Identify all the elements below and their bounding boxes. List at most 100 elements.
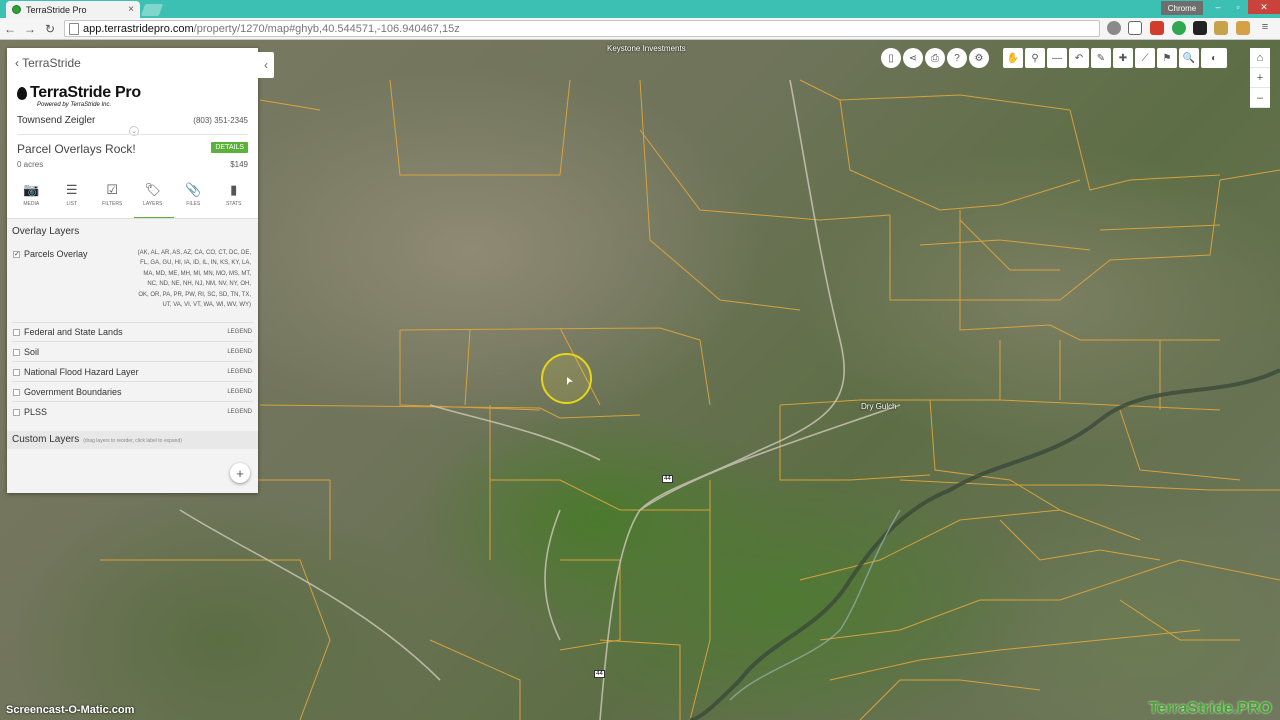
favicon-icon <box>12 5 21 14</box>
watermark-left: Screencast-O-Matic.com <box>6 704 135 716</box>
extension-icon[interactable] <box>1193 21 1207 35</box>
paperclip-icon: 📎 <box>185 182 202 197</box>
extension-icon[interactable] <box>1236 21 1250 35</box>
tab-list[interactable]: ☰ LIST <box>53 182 91 216</box>
basemap-icon[interactable]: ◐ <box>1201 48 1227 68</box>
phone-icon[interactable]: ▯ <box>881 48 901 68</box>
layer-federal-lands[interactable]: Federal and State Lands LEGEND <box>13 327 252 337</box>
pan-icon[interactable]: ✋ <box>1003 48 1023 68</box>
print-icon[interactable]: ⎙ <box>925 48 945 68</box>
parcels-states: (AK, AL, AR, AS, AZ, CA, CO, CT, DC, DE,… <box>137 250 251 309</box>
extension-icon[interactable] <box>1214 21 1228 35</box>
legend-link[interactable]: LEGEND <box>227 369 252 375</box>
property-title[interactable]: Parcel Overlays Rock! <box>17 142 136 156</box>
forward-icon[interactable]: → <box>20 19 40 39</box>
url-input[interactable]: app.terrastridepro.com/property/1270/map… <box>64 20 1100 37</box>
maximize-icon[interactable]: ▫ <box>1228 0 1248 14</box>
layer-label[interactable]: Parcels Overlay <box>24 249 88 259</box>
layer-soil[interactable]: Soil LEGEND <box>13 347 252 357</box>
line-icon[interactable]: — <box>1047 48 1067 68</box>
camera-icon: 📷 <box>23 182 40 197</box>
zoom-out-button[interactable]: – <box>1250 88 1270 108</box>
powered-by: Powered by TerraStride Inc. <box>37 102 112 108</box>
details-button[interactable]: DETAILS <box>211 142 248 153</box>
panel-tabs: 📷 MEDIA ☰ LIST ☑ FILTERS 🏷 LAYERS 📎 FILES ▮ ST… <box>7 182 258 219</box>
help-icon[interactable]: ? <box>947 48 967 68</box>
divider <box>12 401 253 402</box>
layer-government-boundaries[interactable]: Government Boundaries LEGEND <box>13 387 252 397</box>
gear-icon[interactable]: ⚙ <box>969 48 989 68</box>
route-shield: 44 <box>662 475 673 483</box>
tab-filters[interactable]: ☑ FILTERS <box>93 182 131 216</box>
layer-label[interactable]: Government Boundaries <box>24 387 122 397</box>
tab-media[interactable]: 📷 MEDIA <box>12 182 50 216</box>
chrome-profile-label[interactable]: Chrome <box>1161 1 1203 15</box>
checkbox-icon[interactable] <box>13 348 20 356</box>
route-shield: 44 <box>594 670 605 678</box>
checkbox-icon[interactable] <box>13 368 20 376</box>
layer-label[interactable]: Federal and State Lands <box>24 327 123 337</box>
back-link[interactable]: ‹ TerraStride <box>15 56 81 70</box>
reload-icon[interactable]: ↻ <box>40 19 60 39</box>
tab-label: LIST <box>66 201 78 207</box>
legend-link[interactable]: LEGEND <box>227 409 252 415</box>
divider <box>12 322 253 323</box>
tab-stats[interactable]: ▮ STATS <box>215 182 253 216</box>
zoom-in-button[interactable]: + <box>1250 68 1270 88</box>
url-path: /property/1270/map#ghyb,40.544571,-106.9… <box>193 22 460 35</box>
map-label: Keystone Investments <box>607 44 686 53</box>
checkbox-icon[interactable] <box>13 388 20 396</box>
extension-icon[interactable] <box>1150 21 1164 35</box>
pencil-icon[interactable]: ✎ <box>1091 48 1111 68</box>
ruler-icon[interactable]: ⟋ <box>1135 48 1155 68</box>
marker-icon[interactable]: ⚲ <box>1025 48 1045 68</box>
divider <box>12 361 253 362</box>
browser-tabbar: TerraStride Pro × Chrome – ▫ ✕ <box>0 0 1280 18</box>
extension-icon[interactable] <box>1128 21 1142 35</box>
extension-icon[interactable] <box>1107 21 1121 35</box>
map-toolbar-tools: ✋ ⚲ — ↶ ✎ ✚ ⟋ ⚑ 🔍 ◐ <box>1003 48 1227 68</box>
legend-link[interactable]: LEGEND <box>227 349 252 355</box>
tab-close-icon[interactable]: × <box>128 4 134 15</box>
legend-link[interactable]: LEGEND <box>227 389 252 395</box>
brand-name: TerraStride Pro <box>30 84 141 101</box>
property-panel: ‹ TerraStride TerraStride Pro Powered by… <box>7 48 258 493</box>
add-layer-button[interactable]: + <box>230 463 250 483</box>
cursor-highlight <box>541 353 592 404</box>
layer-label[interactable]: PLSS <box>24 407 47 417</box>
checkbox-checked-icon[interactable]: ✓ <box>13 250 20 258</box>
browser-tab[interactable]: TerraStride Pro × <box>6 1 140 18</box>
share-icon[interactable]: ⋖ <box>903 48 923 68</box>
tab-label: FILTERS <box>102 201 123 207</box>
checkbox-icon: ☑ <box>106 182 119 197</box>
crosshair-icon[interactable]: ✚ <box>1113 48 1133 68</box>
undo-icon[interactable]: ↶ <box>1069 48 1089 68</box>
layer-label[interactable]: Soil <box>24 347 39 357</box>
tab-files[interactable]: 📎 FILES <box>174 182 212 216</box>
new-tab-button[interactable] <box>140 4 164 16</box>
extension-icon[interactable] <box>1172 21 1186 35</box>
minimize-icon[interactable]: – <box>1208 0 1228 14</box>
collapse-panel-button[interactable]: ‹ <box>258 52 274 78</box>
tab-layers[interactable]: 🏷 LAYERS <box>133 182 174 219</box>
custom-layers-hint: (drag layers to reorder, click label to … <box>83 438 182 444</box>
user-phone: (803) 351-2345 <box>193 116 248 125</box>
menu-icon[interactable]: ≡ <box>1258 21 1272 35</box>
flag-icon[interactable]: ⚑ <box>1157 48 1177 68</box>
layer-label[interactable]: National Flood Hazard Layer <box>24 367 139 377</box>
back-label: TerraStride <box>22 56 81 70</box>
checkbox-icon[interactable] <box>13 328 20 336</box>
map-label: Dry Gulch <box>861 402 897 411</box>
home-icon[interactable]: ⌂ <box>1250 48 1270 68</box>
tab-title: TerraStride Pro <box>26 4 87 15</box>
back-icon[interactable]: ← <box>0 19 20 39</box>
search-icon[interactable]: 🔍 <box>1179 48 1199 68</box>
layer-plss[interactable]: PLSS LEGEND <box>13 407 252 417</box>
checkbox-icon[interactable] <box>13 408 20 416</box>
tab-label: STATS <box>226 201 242 207</box>
window-controls: – ▫ ✕ <box>1208 0 1280 14</box>
legend-link[interactable]: LEGEND <box>227 329 252 335</box>
list-icon: ☰ <box>65 182 78 197</box>
layer-flood-hazard[interactable]: National Flood Hazard Layer LEGEND <box>13 367 252 377</box>
close-window-icon[interactable]: ✕ <box>1248 0 1280 14</box>
